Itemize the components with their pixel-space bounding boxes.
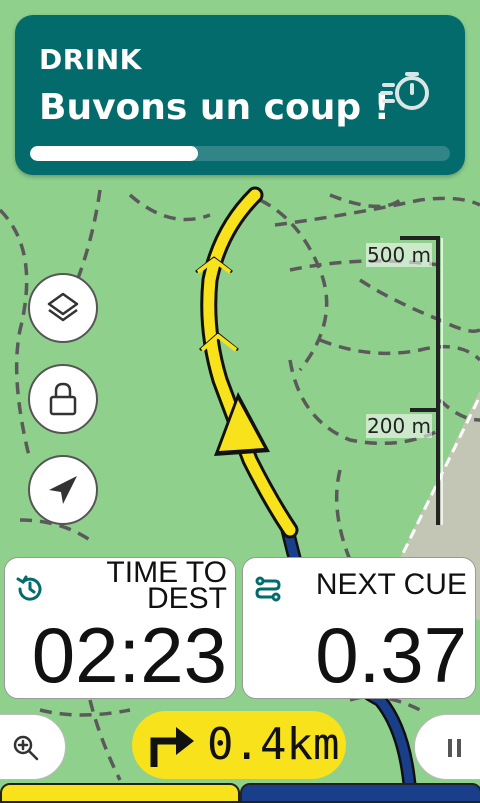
alert-message: Buvons un coup ! — [39, 87, 391, 128]
time-to-dest-field[interactable]: TIME TO DEST 02:23 — [4, 557, 236, 699]
navigation-arrow-icon — [49, 476, 77, 504]
time-to-dest-label-line2: DEST — [146, 582, 227, 615]
alert-kicker: DRINK — [39, 43, 142, 76]
drink-alert-banner[interactable]: DRINK Buvons un coup ! — [15, 15, 465, 175]
turn-distance: 0.4km — [207, 719, 340, 770]
layers-icon — [47, 292, 79, 322]
next-cue-value: 0.37 — [315, 611, 467, 699]
stopwatch-icon — [380, 72, 429, 110]
scale-label-top: 500 m — [366, 243, 433, 267]
scale-label-bottom: 200 m — [366, 414, 433, 438]
zoom-in-icon — [13, 735, 39, 761]
next-cue-label: NEXT CUE — [315, 568, 467, 601]
next-cue-field[interactable]: NEXT CUE 0.37 — [242, 557, 476, 699]
lock-icon — [49, 382, 77, 416]
recenter-button[interactable] — [28, 455, 98, 525]
alert-progress-fill — [30, 146, 198, 161]
pause-icon — [448, 739, 461, 757]
route-icon — [255, 576, 281, 602]
bottom-tab-right[interactable] — [240, 783, 480, 803]
time-to-dest-label: TIME TO DEST — [106, 558, 227, 615]
layers-button[interactable] — [28, 273, 98, 343]
time-to-dest-value: 02:23 — [31, 611, 227, 699]
zoom-in-button[interactable] — [0, 714, 66, 780]
next-turn-indicator[interactable]: 0.4km — [132, 711, 346, 779]
alert-progress-bar — [30, 146, 450, 161]
history-icon — [16, 575, 42, 601]
lock-button[interactable] — [28, 364, 98, 434]
bottom-tab-left[interactable] — [0, 783, 240, 803]
turn-right-icon — [150, 727, 194, 767]
pause-button[interactable] — [414, 714, 480, 780]
